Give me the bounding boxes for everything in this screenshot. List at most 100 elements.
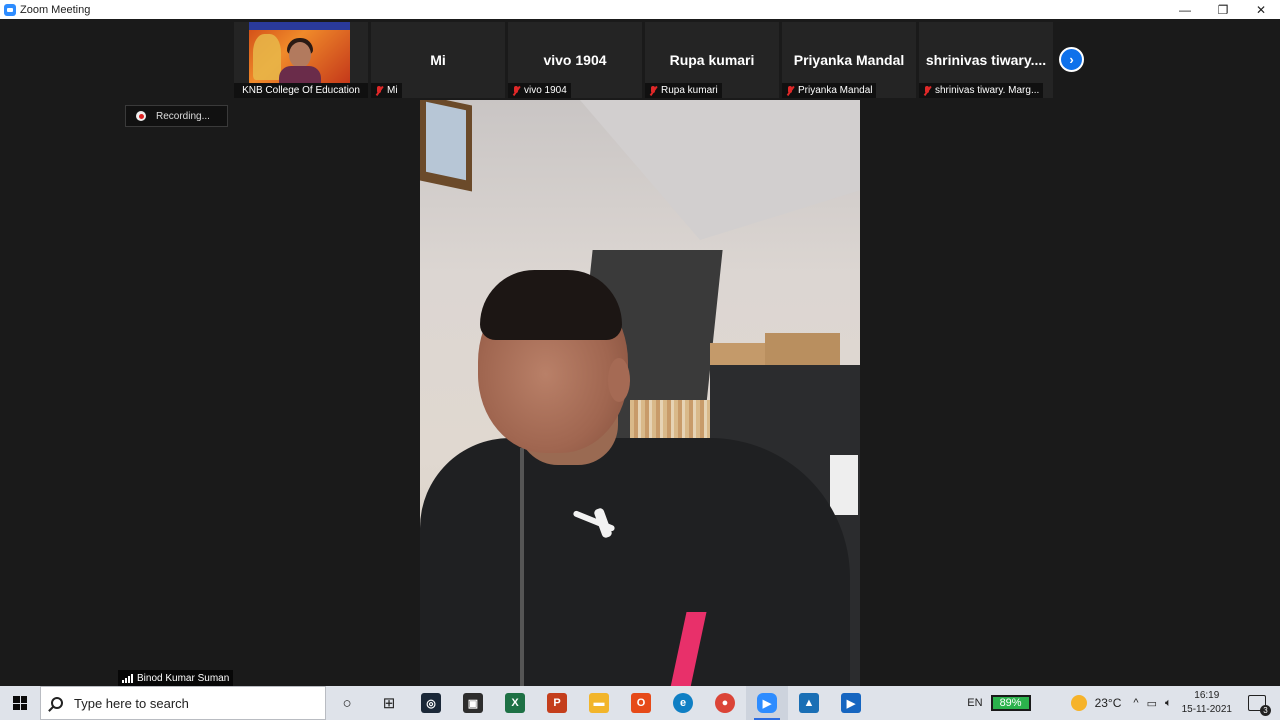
taskbar-app-excel[interactable]: X: [494, 686, 536, 720]
mic-muted-icon: [923, 85, 931, 96]
weather-sun-icon[interactable]: [1070, 695, 1087, 711]
participant-name: KNB College Of Education: [242, 85, 360, 96]
participant-name-label: vivo 1904: [508, 83, 571, 98]
steam-icon: ◎: [421, 693, 441, 713]
windows-logo-icon: [13, 696, 27, 710]
chevron-up-icon[interactable]: ^: [1133, 697, 1138, 709]
search-icon: [51, 697, 63, 709]
language-indicator[interactable]: EN: [967, 697, 982, 709]
participant-name-label: Rupa kumari: [645, 83, 722, 98]
participant-video-thumbnail: [249, 22, 350, 83]
folder-icon: ▬: [589, 693, 609, 713]
notification-center-icon[interactable]: 3: [1248, 695, 1271, 716]
windows-taskbar: Type here to search ○ ⊞ ◎ ▣ X P ▬ O e ● …: [0, 686, 1280, 720]
taskbar-app-zoom[interactable]: ▶: [746, 686, 788, 720]
participant-display-name: Rupa kumari: [669, 52, 755, 68]
cortana-icon: ○: [342, 694, 352, 712]
participant-display-name: Mi: [430, 52, 446, 68]
window-title: Zoom Meeting: [20, 3, 91, 16]
taskbar-app-media-player[interactable]: ▶: [830, 686, 872, 720]
participant-strip: KNB College Of Education Mi Mi vivo 1904…: [234, 22, 1053, 98]
participant-name: vivo 1904: [524, 85, 567, 96]
signal-strength-icon: [122, 673, 133, 683]
participant-name: Rupa kumari: [661, 85, 718, 96]
participant-display-name: vivo 1904: [543, 52, 607, 68]
person-body: [279, 66, 321, 83]
participant-tile-shrinivas[interactable]: shrinivas tiwary.... shrinivas tiwary. M…: [919, 22, 1053, 98]
battery-icon[interactable]: ▭: [1147, 697, 1157, 710]
recording-indicator[interactable]: Recording...: [125, 105, 228, 127]
mic-muted-icon: [649, 85, 657, 96]
powerpoint-icon: P: [547, 693, 567, 713]
active-speaker-name-label: Binod Kumar Suman: [118, 670, 234, 686]
mic-muted-icon: [786, 85, 794, 96]
participant-display-name: shrinivas tiwary....: [925, 52, 1047, 68]
cortana-button[interactable]: ○: [326, 686, 368, 720]
taskbar-app-office[interactable]: O: [620, 686, 662, 720]
participant-name-label: Priyanka Mandal: [782, 83, 877, 98]
active-speaker-name: Binod Kumar Suman: [137, 672, 230, 684]
start-button[interactable]: [0, 686, 40, 720]
participant-name-label: KNB College Of Education: [234, 83, 368, 98]
photos-icon: ▲: [799, 693, 819, 713]
notification-count: 3: [1260, 705, 1271, 716]
participant-tile-mi[interactable]: Mi Mi: [371, 22, 505, 98]
zoom-app-icon: [4, 3, 16, 16]
window-controls: — ❐ ✕: [1166, 0, 1280, 19]
speaker-ear: [608, 358, 630, 402]
search-placeholder: Type here to search: [74, 695, 189, 711]
chevron-right-icon: ›: [1069, 52, 1074, 67]
participant-name: shrinivas tiwary. Marg...: [935, 85, 1040, 96]
excel-icon: X: [505, 693, 525, 713]
clock-date: 15-11-2021: [1181, 704, 1232, 715]
taskbar-app-store[interactable]: ▣: [452, 686, 494, 720]
participant-tile-rupa[interactable]: Rupa kumari Rupa kumari: [645, 22, 779, 98]
zoom-icon: ▶: [757, 693, 777, 713]
taskbar-app-powerpoint[interactable]: P: [536, 686, 578, 720]
taskbar-app-chrome[interactable]: ●: [704, 686, 746, 720]
participant-tile-vivo[interactable]: vivo 1904 vivo 1904: [508, 22, 642, 98]
next-participants-button[interactable]: ›: [1059, 47, 1084, 72]
task-view-icon: ⊞: [382, 695, 396, 712]
speaker-hair: [480, 270, 622, 340]
meeting-stage: KNB College Of Education Mi Mi vivo 1904…: [0, 19, 1280, 686]
participant-display-name: Priyanka Mandal: [793, 52, 905, 68]
record-icon: [136, 111, 146, 121]
speaker-jacket: [420, 438, 850, 686]
media-player-icon: ▶: [841, 693, 861, 713]
person-face: [289, 42, 311, 68]
jacket-logo: [572, 508, 620, 542]
taskbar-app-photos[interactable]: ▲: [788, 686, 830, 720]
paper-note: [830, 455, 858, 515]
mic-muted-icon: [375, 85, 383, 96]
participant-name: Mi: [387, 85, 398, 96]
task-view-button[interactable]: ⊞: [368, 686, 410, 720]
wall-picture-frame: [420, 100, 472, 192]
taskbar-app-steam[interactable]: ◎: [410, 686, 452, 720]
taskbar-app-edge[interactable]: e: [662, 686, 704, 720]
battery-percent-badge[interactable]: 89%: [990, 695, 1031, 711]
participant-name-label: shrinivas tiwary. Marg...: [919, 83, 1044, 98]
office-icon: O: [631, 693, 651, 713]
restore-button[interactable]: ❐: [1204, 0, 1242, 19]
mic-muted-icon: [512, 85, 520, 96]
taskbar-app-file-explorer[interactable]: ▬: [578, 686, 620, 720]
recording-text: Recording...: [156, 110, 210, 122]
clock-time: 16:19: [1194, 690, 1220, 701]
banner-decoration: [249, 22, 350, 30]
chrome-icon: ●: [715, 693, 735, 713]
system-tray: EN 89% 23°C ^ ▭ 🔈︎ 16:19 15-11-2021 3: [967, 686, 1280, 720]
close-button[interactable]: ✕: [1242, 0, 1280, 19]
participant-tile-knb[interactable]: KNB College Of Education: [234, 22, 368, 98]
minimize-button[interactable]: —: [1166, 0, 1204, 19]
store-icon: ▣: [463, 693, 483, 713]
active-speaker-video: [420, 100, 860, 686]
taskbar-clock[interactable]: 16:19 15-11-2021: [1182, 689, 1232, 717]
speaker-volume-icon[interactable]: 🔈︎: [1165, 697, 1172, 710]
temperature[interactable]: 23°C: [1095, 696, 1122, 710]
taskbar-search-box[interactable]: Type here to search: [40, 686, 326, 720]
edge-icon: e: [673, 693, 693, 713]
figure-decoration: [253, 34, 281, 80]
participant-name-label: Mi: [371, 83, 402, 98]
participant-tile-priyanka[interactable]: Priyanka Mandal Priyanka Mandal: [782, 22, 916, 98]
